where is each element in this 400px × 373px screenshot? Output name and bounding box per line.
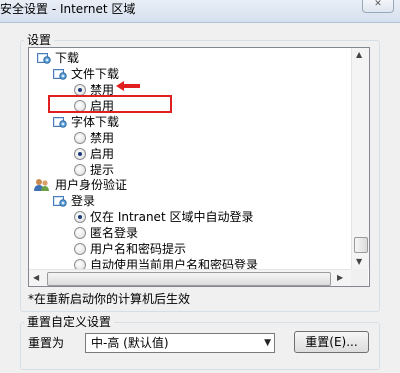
radio-button[interactable] (74, 164, 86, 176)
radio-button[interactable] (74, 132, 86, 144)
setting-option-row[interactable]: 仅在 Intranet 区域中自动登录 (29, 209, 349, 225)
settings-tree: 下载 文件下载 禁用 启用 字体下载 禁用 启用 提示 用户身份验证 登录 仅在 Intranet … (28, 47, 370, 287)
horizontal-scroll-thumb[interactable] (47, 272, 331, 286)
setting-label: 提示 (90, 163, 115, 177)
setting-label: 启用 (90, 147, 115, 161)
close-button[interactable]: ✕ (362, 0, 394, 13)
settings-folder-icon (53, 67, 67, 80)
vertical-scroll-thumb[interactable] (354, 237, 368, 253)
scrollbar-corner (351, 269, 368, 286)
setting-option-row[interactable]: 启用 (29, 146, 349, 162)
scroll-up-icon[interactable]: ▲ (356, 50, 362, 59)
setting-label: 用户身份验证 (55, 178, 128, 192)
reset-level-select[interactable]: 中-高 (默认值) ▼ (85, 333, 275, 353)
reset-to-label: 重置为 (28, 336, 65, 350)
scroll-down-icon[interactable]: ▼ (356, 257, 362, 266)
settings-folder-icon (37, 51, 51, 64)
reset-group-label: 重置自定义设置 (24, 313, 115, 330)
radio-button[interactable] (74, 227, 86, 239)
vertical-scrollbar[interactable]: ▲ ▼ (351, 48, 369, 269)
setting-label: 文件下载 (71, 67, 120, 81)
setting-label: 禁用 (90, 131, 115, 145)
setting-label: 仅在 Intranet 区域中自动登录 (90, 210, 254, 224)
setting-label: 用户名和密码提示 (90, 242, 187, 256)
reset-level-value: 中-高 (默认值) (91, 336, 169, 350)
setting-label: 字体下载 (71, 115, 120, 129)
setting-option-row[interactable]: 匿名登录 (29, 225, 349, 241)
setting-category-row: 登录 (29, 193, 349, 209)
title-bar: 安全设置 - Internet 区域 ✕ (0, 0, 400, 23)
settings-folder-icon (53, 115, 67, 128)
scroll-left-icon[interactable]: ◀ (33, 273, 39, 282)
radio-button[interactable] (74, 148, 86, 160)
users-icon (34, 178, 49, 191)
scroll-right-icon[interactable]: ▶ (337, 273, 343, 282)
restart-note: *在重新启动你的计算机后生效 (28, 292, 191, 306)
settings-group-label: 设置 (24, 31, 55, 48)
setting-category-row: 下载 (29, 50, 349, 66)
horizontal-scrollbar[interactable]: ◀ ▶ (29, 269, 351, 286)
setting-label: 匿名登录 (90, 226, 139, 240)
setting-label: 登录 (71, 194, 96, 208)
setting-category-row: 用户身份验证 (29, 177, 349, 193)
window-title: 安全设置 - Internet 区域 (0, 2, 136, 16)
red-arrow-icon (116, 81, 140, 91)
settings-folder-icon (53, 194, 67, 207)
setting-option-row[interactable]: 用户名和密码提示 (29, 241, 349, 257)
setting-label: 下载 (55, 51, 80, 65)
setting-option-row[interactable]: 禁用 (29, 130, 349, 146)
radio-button[interactable] (74, 243, 86, 255)
reset-button[interactable]: 重置(E)... (294, 331, 369, 353)
close-icon: ✕ (374, 0, 382, 9)
setting-category-row: 字体下载 (29, 114, 349, 130)
highlight-box (48, 95, 172, 113)
chevron-down-icon[interactable]: ▼ (264, 334, 271, 352)
setting-category-row: 文件下载 (29, 66, 349, 82)
setting-option-row[interactable]: 提示 (29, 162, 349, 178)
radio-button[interactable] (74, 211, 86, 223)
